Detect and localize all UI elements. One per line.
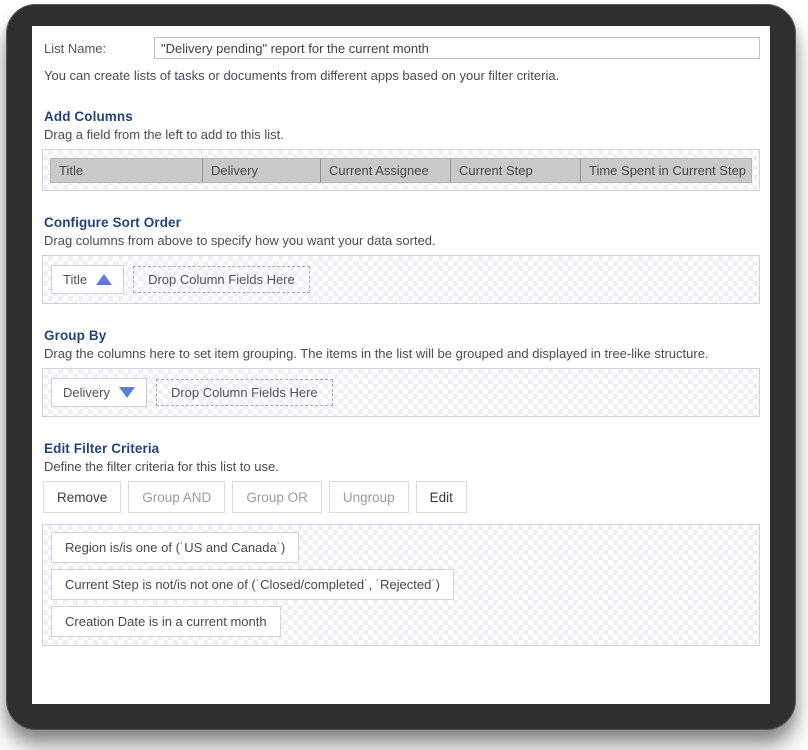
triangle-up-icon[interactable] [96,274,113,285]
group-chip-label: Delivery [63,385,110,400]
remove-button[interactable]: Remove [43,481,122,513]
sort-chip-label: Title [63,272,88,287]
group-or-button[interactable]: Group OR [232,481,322,513]
panel-content: List Name: You can create lists of tasks… [42,37,760,670]
intro-description: You can create lists of tasks or documen… [44,68,560,83]
device-frame: List Name: You can create lists of tasks… [6,4,796,730]
group-by-heading: Group By [44,328,107,343]
group-and-button[interactable]: Group AND [128,481,226,513]
sort-order-section: Configure Sort Order Drag columns from a… [42,215,760,304]
column-header-delivery[interactable]: Delivery [203,159,321,182]
group-chip-delivery[interactable]: Delivery [51,378,147,407]
triangle-down-icon[interactable] [118,387,135,398]
list-name-input[interactable] [154,37,760,59]
group-by-section: Group By Drag the columns here to set it… [42,328,760,417]
list-settings-panel: List Name: You can create lists of tasks… [32,26,770,704]
sort-order-heading: Configure Sort Order [44,215,182,230]
filter-rule-creation-date[interactable]: Creation Date is in a current month [51,606,281,637]
column-header-current-step[interactable]: Current Step [451,159,581,182]
ungroup-button[interactable]: Ungroup [328,481,409,513]
edit-button[interactable]: Edit [415,481,467,513]
column-header-current-assignee[interactable]: Current Assignee [321,159,451,182]
sort-order-dropzone[interactable]: Drop Column Fields Here [133,266,310,293]
sort-chip-title[interactable]: Title [51,265,125,294]
add-columns-description: Drag a field from the left to add to thi… [44,127,284,142]
group-by-description: Drag the columns here to set item groupi… [44,346,709,361]
filter-toolbar: Remove Group AND Group OR Ungroup Edit [42,481,760,513]
filter-criteria-section: Edit Filter Criteria Define the filter c… [42,441,760,646]
sort-order-description: Drag columns from above to specify how y… [44,233,436,248]
add-columns-section: Add Columns Drag a field from the left t… [42,109,760,191]
filter-rules-panel: Region is/is one of (˙US and Canada˙) Cu… [42,524,760,646]
filter-criteria-heading: Edit Filter Criteria [44,441,160,456]
filter-rule-current-step[interactable]: Current Step is not/is not one of (˙Clos… [51,569,455,600]
group-by-dropzone-panel[interactable]: Delivery Drop Column Fields Here [42,368,760,417]
filter-rule-region[interactable]: Region is/is one of (˙US and Canada˙) [51,532,300,563]
add-columns-heading: Add Columns [44,109,133,124]
column-header-time-spent-in-current-step[interactable]: Time Spent in Current Step [581,159,751,182]
filter-criteria-description: Define the filter criteria for this list… [44,459,279,474]
add-columns-dropzone[interactable]: Title Delivery Current Assignee Current … [42,149,760,191]
sort-order-dropzone-panel[interactable]: Title Drop Column Fields Here [42,255,760,304]
column-header-row: Title Delivery Current Assignee Current … [50,158,752,183]
list-name-label: List Name: [44,40,107,56]
group-by-dropzone[interactable]: Drop Column Fields Here [155,379,333,406]
list-name-row: List Name: [42,37,760,59]
column-header-title[interactable]: Title [51,159,203,182]
